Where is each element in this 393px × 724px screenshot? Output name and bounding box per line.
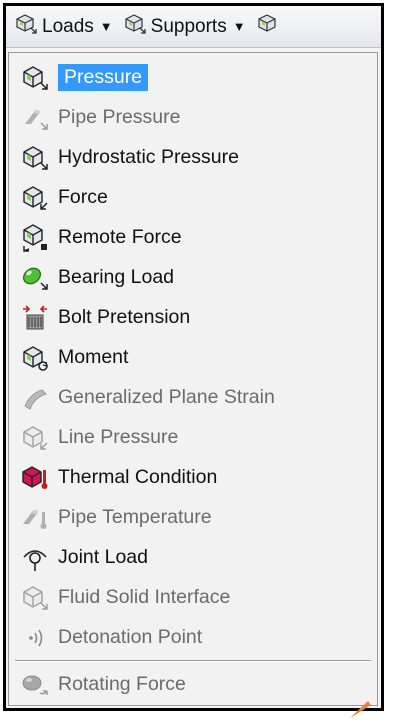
loads-dropdown-button[interactable]: Loads ▼ bbox=[14, 13, 113, 41]
menu-item-joint-load[interactable]: Joint Load bbox=[12, 539, 374, 576]
fluid-solid-interface-icon bbox=[18, 583, 52, 613]
menu-item-remote-force[interactable]: Remote Force bbox=[12, 219, 374, 256]
menu-item-label: Remote Force bbox=[58, 226, 182, 248]
menu-item-bearing-load[interactable]: Bearing Load bbox=[12, 259, 374, 296]
supports-label: Supports bbox=[150, 15, 227, 37]
supports-dropdown-arrow-icon: ▼ bbox=[232, 19, 246, 34]
menu-item-hydrostatic-pressure[interactable]: Hydrostatic Pressure bbox=[12, 139, 374, 176]
menu-item-label: Detonation Point bbox=[58, 626, 203, 648]
remote-force-icon bbox=[18, 223, 52, 253]
plane-strain-icon bbox=[18, 383, 52, 413]
menu-item-label: Fluid Solid Interface bbox=[58, 586, 231, 608]
menu-item-label: Bearing Load bbox=[58, 266, 175, 288]
supports-cube-icon bbox=[123, 13, 147, 41]
loads-dropdown-arrow-icon: ▼ bbox=[99, 19, 113, 34]
rotating-force-icon bbox=[18, 670, 52, 700]
menu-item-label: Line Pressure bbox=[58, 426, 179, 448]
line-pressure-icon bbox=[18, 423, 52, 453]
pressure-icon bbox=[18, 63, 52, 93]
menu-item-detonation-point[interactable]: Detonation Point bbox=[12, 619, 374, 656]
pipe-pressure-icon bbox=[18, 103, 52, 133]
toolbar: Loads ▼ Supports ▼ bbox=[6, 6, 381, 48]
hydrostatic-pressure-icon bbox=[18, 143, 52, 173]
conditions-dropdown-button[interactable] bbox=[256, 13, 284, 41]
conditions-cube-icon bbox=[256, 13, 280, 41]
menu-item-label: Pipe Temperature bbox=[58, 506, 212, 528]
pipe-temperature-icon bbox=[18, 503, 52, 533]
bearing-load-icon bbox=[18, 263, 52, 293]
menu-item-rotating-force[interactable]: Rotating Force bbox=[12, 666, 374, 703]
menu-item-pipe-temperature[interactable]: Pipe Temperature bbox=[12, 499, 374, 536]
pointer-cursor-icon bbox=[348, 698, 372, 724]
loads-dropdown-menu: Pressure Pipe Pressure Hydrostatic Press… bbox=[8, 52, 378, 706]
joint-load-icon bbox=[18, 543, 52, 573]
detonation-point-icon bbox=[18, 623, 52, 653]
menu-item-label: Joint Load bbox=[58, 546, 148, 568]
thermal-condition-icon bbox=[18, 463, 52, 493]
loads-cube-icon bbox=[14, 13, 38, 41]
menu-item-label: Bolt Pretension bbox=[58, 306, 191, 328]
menu-item-label: Rotating Force bbox=[58, 673, 186, 695]
menu-item-label: Pipe Pressure bbox=[58, 106, 181, 128]
menu-separator bbox=[15, 660, 371, 662]
menu-item-label: Generalized Plane Strain bbox=[58, 386, 275, 408]
force-icon bbox=[18, 183, 52, 213]
menu-item-pipe-pressure[interactable]: Pipe Pressure bbox=[12, 99, 374, 136]
menu-item-label: Moment bbox=[58, 346, 129, 368]
menu-item-label: Thermal Condition bbox=[58, 466, 218, 488]
menu-item-moment[interactable]: Moment bbox=[12, 339, 374, 376]
menu-item-fluid-solid-interface[interactable]: Fluid Solid Interface bbox=[12, 579, 374, 616]
menu-item-label: Pressure bbox=[58, 64, 149, 91]
menu-item-line-pressure[interactable]: Line Pressure bbox=[12, 419, 374, 456]
menu-item-force[interactable]: Force bbox=[12, 179, 374, 216]
moment-icon bbox=[18, 343, 52, 373]
menu-item-label: Force bbox=[58, 186, 108, 208]
bolt-pretension-icon bbox=[18, 303, 52, 333]
context-frame: Loads ▼ Supports ▼ Pressure Pipe Pressur… bbox=[3, 3, 384, 711]
menu-item-bolt-pretension[interactable]: Bolt Pretension bbox=[12, 299, 374, 336]
menu-item-label: Hydrostatic Pressure bbox=[58, 146, 239, 168]
loads-label: Loads bbox=[42, 15, 94, 37]
supports-dropdown-button[interactable]: Supports ▼ bbox=[123, 13, 246, 41]
menu-item-generalized-plane-strain[interactable]: Generalized Plane Strain bbox=[12, 379, 374, 416]
menu-item-thermal-condition[interactable]: Thermal Condition bbox=[12, 459, 374, 496]
menu-item-pressure[interactable]: Pressure bbox=[12, 59, 374, 96]
